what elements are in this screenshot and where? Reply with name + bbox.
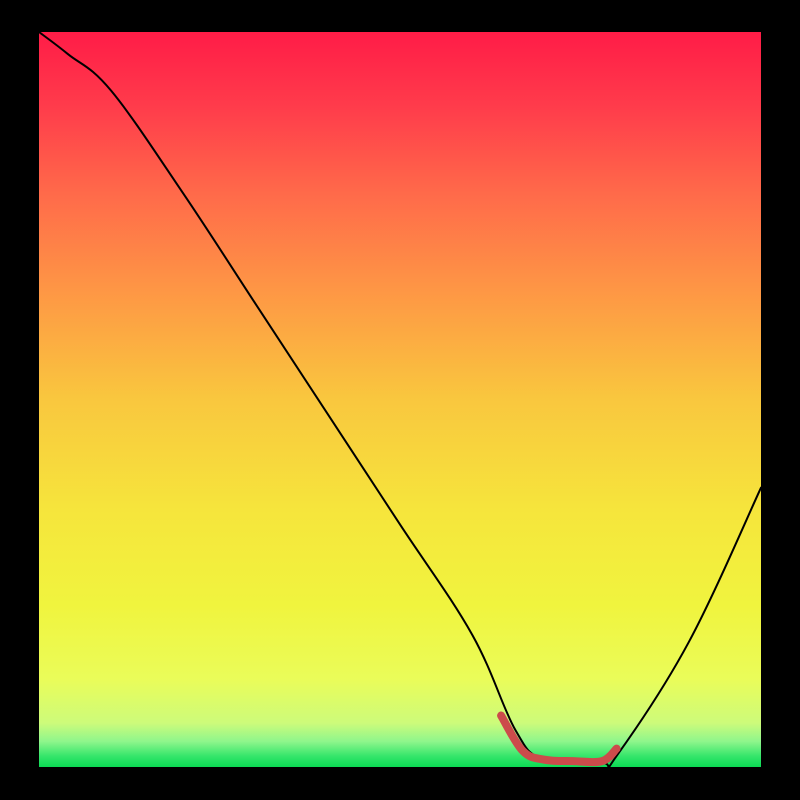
plot-area [39,32,761,767]
chart-stage: TheBottleNecker.com [0,0,800,800]
bottleneck-chart [0,0,800,800]
